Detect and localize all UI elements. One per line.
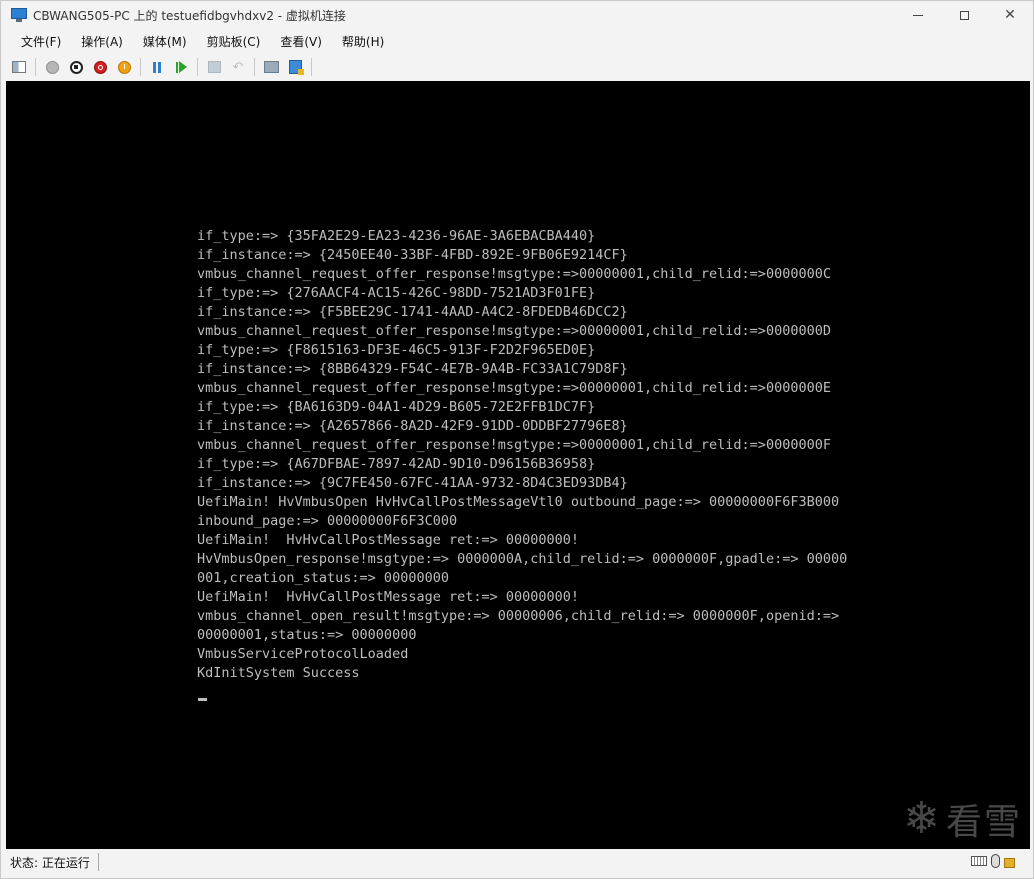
watermark: ❄ 看雪: [903, 793, 1022, 845]
status-icons: [971, 854, 1015, 868]
toolbar-separator: [197, 58, 198, 76]
share-icon: [288, 60, 304, 75]
toolbar: ↶: [1, 55, 1033, 79]
pause-button[interactable]: [147, 57, 167, 77]
status-bar: 状态: 正在运行: [1, 851, 1033, 873]
revert-icon: ↶: [232, 59, 244, 75]
window-title: CBWANG505-PC 上的 testuefidbgvhdxv2 - 虚拟机连…: [33, 8, 346, 23]
maximize-icon: [959, 10, 969, 20]
vm-connect-app-icon: [11, 7, 27, 23]
save-button[interactable]: [114, 57, 134, 77]
console-line: if_instance:=> {8BB64329-F54C-4E7B-9A4B-…: [197, 361, 628, 377]
console-line: if_instance:=> {A2657866-8A2D-42F9-91DD-…: [197, 418, 628, 434]
console-line: if_type:=> {276AACF4-AC15-426C-98DD-7521…: [197, 285, 596, 301]
revert-button[interactable]: ↶: [228, 57, 248, 77]
console-line: UefiMain! HvHvCallPostMessage ret:=> 000…: [197, 589, 580, 605]
console-line: 001,creation_status:=> 00000000: [197, 570, 449, 586]
start-icon: [45, 60, 59, 74]
close-button[interactable]: ✕: [987, 1, 1033, 29]
turn-off-icon: [69, 60, 83, 74]
status-text: 状态: 正在运行: [10, 855, 90, 870]
menu-help[interactable]: 帮助(H): [332, 31, 394, 53]
console-line: 00000001,status:=> 00000000: [197, 627, 417, 643]
enhanced-session-button[interactable]: [261, 57, 281, 77]
close-icon: ✕: [1004, 7, 1016, 23]
share-button[interactable]: [285, 57, 305, 77]
console-line: UefiMain! HvHvCallPostMessage ret:=> 000…: [197, 532, 580, 548]
console-output: if_type:=> {35FA2E29-EA23-4236-96AE-3A6E…: [197, 227, 847, 683]
console-line: vmbus_channel_request_offer_response!msg…: [197, 380, 831, 396]
console-line: VmbusServiceProtocolLoaded: [197, 646, 409, 662]
console-line: inbound_page:=> 00000000F6F3C000: [197, 513, 458, 529]
console-line: if_instance:=> {F5BEE29C-1741-4AAD-A4C2-…: [197, 304, 628, 320]
snowflake-icon: ❄: [903, 793, 940, 844]
console-line: if_type:=> {35FA2E29-EA23-4236-96AE-3A6E…: [197, 228, 596, 244]
console-line: if_type:=> {F8615163-DF3E-46C5-913F-F2D2…: [197, 342, 596, 358]
watermark-text: 看雪: [945, 802, 1022, 843]
window-controls: ✕: [895, 1, 1033, 29]
console-line: if_type:=> {A67DFBAE-7897-42AD-9D10-D961…: [197, 456, 596, 472]
checkpoint-button[interactable]: [204, 57, 224, 77]
menu-media[interactable]: 媒体(M): [133, 31, 197, 53]
console-line: vmbus_channel_open_result!msgtype:=> 000…: [197, 608, 840, 624]
menu-clipboard[interactable]: 剪贴板(C): [197, 31, 271, 53]
pause-icon: [153, 61, 161, 73]
menu-view[interactable]: 查看(V): [270, 31, 332, 53]
toolbar-separator: [35, 58, 36, 76]
console-cursor: [198, 698, 207, 701]
ctrl-alt-del-button[interactable]: [9, 57, 29, 77]
console-line: KdInitSystem Success: [197, 665, 360, 681]
menu-action[interactable]: 操作(A): [71, 31, 133, 53]
turn-off-button[interactable]: [66, 57, 86, 77]
ctrl-alt-del-icon: [12, 61, 26, 73]
console-line: vmbus_channel_request_offer_response!msg…: [197, 323, 831, 339]
shutdown-button[interactable]: [90, 57, 110, 77]
console-line: UefiMain! HvVmbusOpen HvHvCallPostMessag…: [197, 494, 840, 510]
vm-connection-window: CBWANG505-PC 上的 testuefidbgvhdxv2 - 虚拟机连…: [0, 0, 1034, 879]
console-line: if_instance:=> {9C7FE450-67FC-41AA-9732-…: [197, 475, 628, 491]
enhanced-session-icon: [263, 61, 279, 73]
mouse-icon: [991, 854, 1000, 868]
status-separator: [97, 853, 99, 871]
shutdown-icon: [93, 60, 107, 74]
minimize-button[interactable]: [895, 1, 941, 29]
console-line: if_instance:=> {2450EE40-33BF-4FBD-892E-…: [197, 247, 628, 263]
menu-file[interactable]: 文件(F): [1, 31, 71, 53]
lock-icon: [1004, 857, 1015, 868]
keyboard-icon: [971, 856, 987, 866]
start-button[interactable]: [42, 57, 62, 77]
toolbar-separator: [140, 58, 141, 76]
checkpoint-icon: [207, 61, 221, 73]
console-line: vmbus_channel_request_offer_response!msg…: [197, 437, 831, 453]
save-icon: [117, 60, 131, 74]
toolbar-separator: [311, 58, 312, 76]
toolbar-separator: [254, 58, 255, 76]
resume-button[interactable]: [171, 57, 191, 77]
maximize-button[interactable]: [941, 1, 987, 29]
console-line: if_type:=> {BA6163D9-04A1-4D29-B605-72E2…: [197, 399, 596, 415]
vm-console-screen[interactable]: if_type:=> {35FA2E29-EA23-4236-96AE-3A6E…: [6, 81, 1030, 849]
resume-icon: [175, 61, 187, 73]
console-line: vmbus_channel_request_offer_response!msg…: [197, 266, 831, 282]
menu-bar: 文件(F) 操作(A) 媒体(M) 剪贴板(C) 查看(V) 帮助(H): [1, 31, 1033, 53]
console-line: HvVmbusOpen_response!msgtype:=> 0000000A…: [197, 551, 848, 567]
title-bar[interactable]: CBWANG505-PC 上的 testuefidbgvhdxv2 - 虚拟机连…: [1, 1, 1033, 29]
minimize-icon: [913, 14, 923, 16]
